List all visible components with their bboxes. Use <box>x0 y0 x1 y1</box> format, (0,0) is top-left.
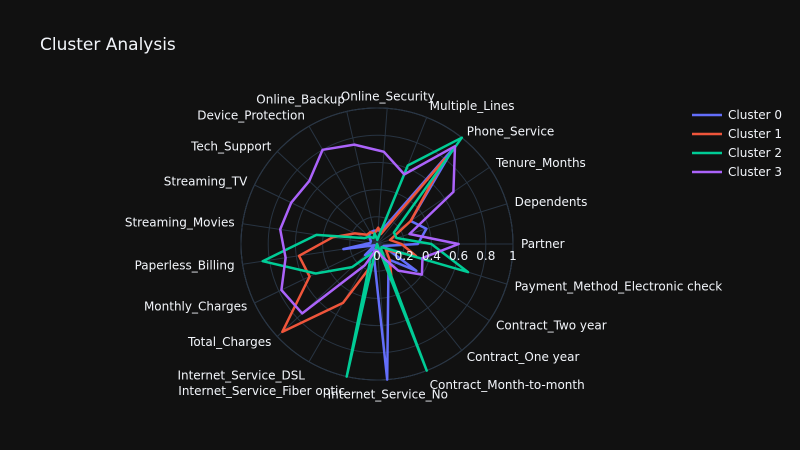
axis-label: Contract_Two year <box>496 318 607 332</box>
radial-tick-label: 1 <box>509 249 517 263</box>
axis-label: Contract_One year <box>467 350 580 364</box>
axis-label: Monthly_Charges <box>144 300 247 314</box>
grid-spoke <box>276 151 378 245</box>
radial-tick-label: 0.8 <box>476 249 495 263</box>
legend-label: Cluster 3 <box>728 165 782 179</box>
axis-label: Partner <box>521 237 565 251</box>
axis-label: Tenure_Months <box>495 156 586 170</box>
legend-label: Cluster 0 <box>728 108 782 122</box>
legend-item[interactable]: Cluster 0 <box>692 108 782 122</box>
axis-label: Internet_Service_Fiber optic <box>178 384 345 398</box>
grid-spoke <box>308 125 378 245</box>
axis-label: Paperless_Billing <box>135 259 235 273</box>
series-line-3[interactable] <box>278 143 460 315</box>
axis-label: Online_Security <box>341 89 435 103</box>
legend[interactable]: Cluster 0 Cluster 1 Cluster 2 Cluster 3 <box>692 108 782 179</box>
chart-root: Cluster Analysis Partner Dependents Tenure… <box>0 0 800 450</box>
axis-label: Streaming_Movies <box>125 216 235 230</box>
radial-tick-label: 0.6 <box>449 249 468 263</box>
radial-tick-label: 0.2 <box>395 249 414 263</box>
grid-spoke <box>346 111 378 245</box>
axis-label: Dependents <box>515 195 588 209</box>
axis-label: Tech_Support <box>190 139 272 153</box>
grid-spoke <box>276 243 378 337</box>
legend-item[interactable]: Cluster 1 <box>692 127 782 141</box>
axis-label: Online_Backup <box>256 93 345 107</box>
axis-label: Phone_Service <box>467 125 555 139</box>
legend-label: Cluster 1 <box>728 127 782 141</box>
axis-label: Multiple_Lines <box>430 99 515 113</box>
axis-label: Total_Charges <box>187 335 271 349</box>
axis-label: Payment_Method_Electronic check <box>515 280 723 294</box>
radial-tick-label: 0 <box>373 249 381 263</box>
chart-title: Cluster Analysis <box>40 35 176 55</box>
legend-item[interactable]: Cluster 3 <box>692 165 782 179</box>
legend-item[interactable]: Cluster 2 <box>692 146 782 160</box>
axis-label: Contract_Month-to-month <box>430 378 585 392</box>
axis-label: Streaming_TV <box>164 175 248 189</box>
angular-axis-labels: Partner Dependents Tenure_Months Phone_Serv… <box>125 89 722 401</box>
axis-label: Internet_Service_DSL <box>177 369 305 383</box>
legend-label: Cluster 2 <box>728 146 782 160</box>
radar-chart: Cluster Analysis Partner Dependents Tenure… <box>40 35 782 401</box>
radial-tick-label: 0.4 <box>422 249 441 263</box>
grid-spoke <box>376 108 388 245</box>
axis-label: Device_Protection <box>197 108 305 122</box>
